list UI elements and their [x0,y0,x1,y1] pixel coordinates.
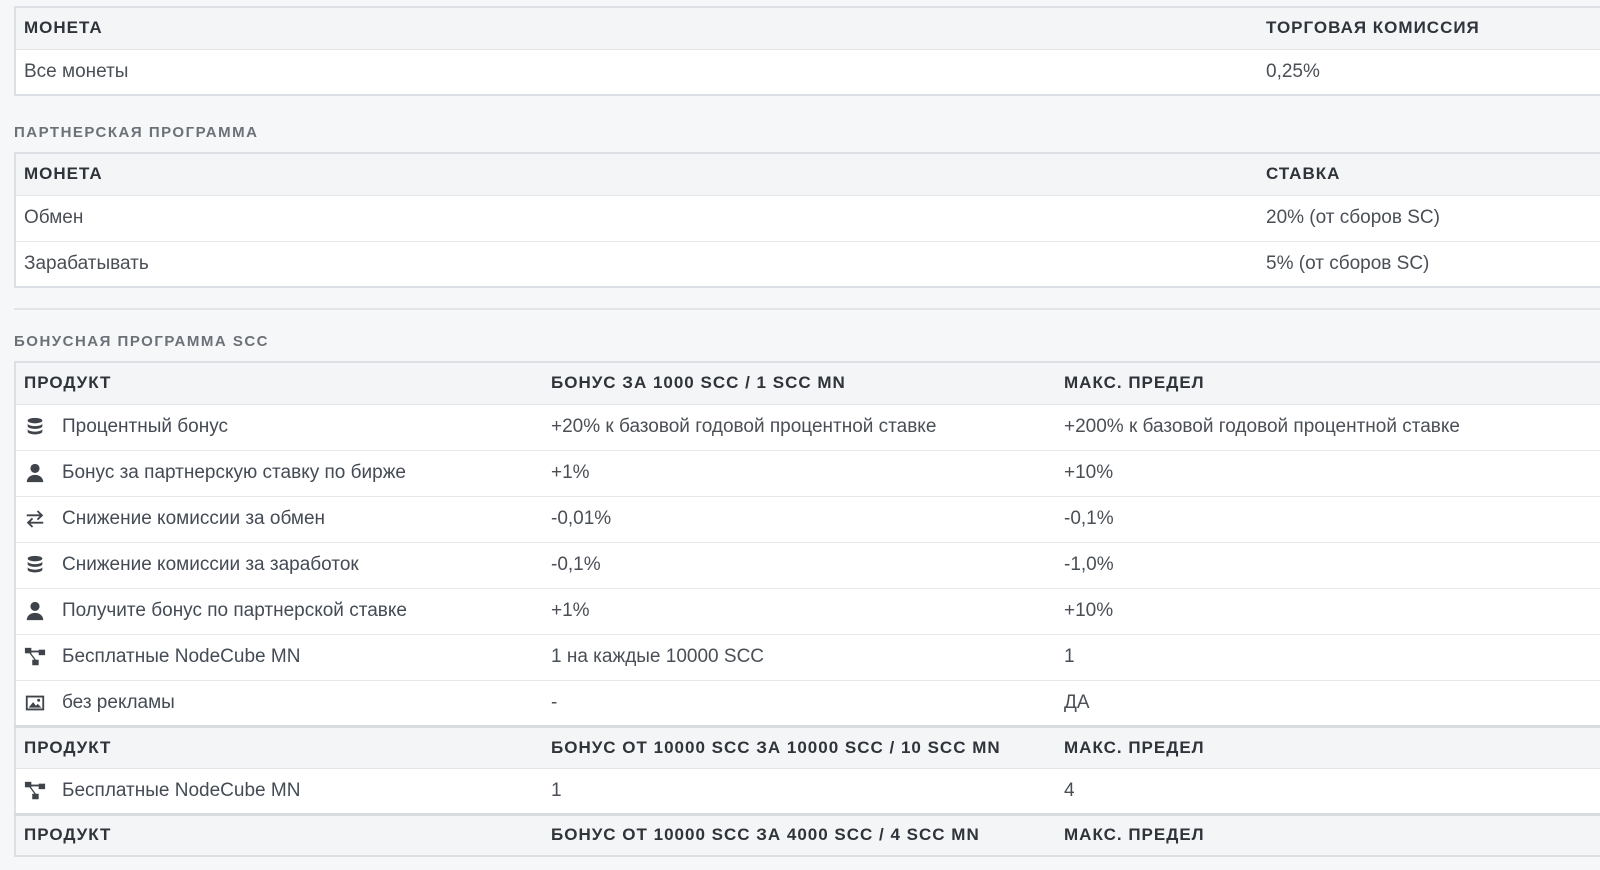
cell-rate: 5% (от сборов SC) [1258,240,1600,287]
column-header-coin: МОНЕТА [15,153,1258,196]
cell-product: Получите бонус по партнерской ставке [15,587,543,634]
cell-product: Бесплатные NodeCube MN [15,767,543,814]
product-name: без рекламы [62,691,175,713]
cell-product: Бесплатные NodeCube MN [15,633,543,680]
sitemap-icon [24,646,46,668]
cell-max: ДА [1056,679,1600,726]
product-label: Процентный бонус [24,416,535,438]
cell-bonus: +1% [543,587,1056,634]
cell-coin: Все монеты [24,60,129,82]
user-icon [24,462,46,484]
table-row: Снижение комиссии за обмен -0,01% -0,1% [15,495,1600,542]
table-subheader-row: ПРОДУКТ БОНУС ОТ 10000 SCC ЗА 4000 SCC / … [15,812,1600,857]
cell-bonus: +1% [543,449,1056,496]
table-row: Снижение комиссии за заработок -0,1% -1,0% [15,541,1600,588]
user-icon [24,600,46,622]
cell-max: -1,0% [1056,541,1600,588]
cell-max: +200% к базовой годовой процентной ставк… [1056,403,1600,450]
product-label: Бесплатные NodeCube MN [24,780,535,802]
column-header-product: ПРОДУКТ [15,724,543,769]
cell-rate: 20% (от сборов SC) [1266,207,1440,228]
table-row: без рекламы - ДА [15,679,1600,726]
column-header-trading-fee: ТОРГОВАЯ КОМИССИЯ [1258,7,1600,50]
product-label: Бонус за партнерскую ставку по бирже [24,462,535,484]
table-header-row: МОНЕТА СТАВКА [15,153,1600,196]
cell-product: Бонус за партнерскую ставку по бирже [15,449,543,496]
table-row: Бонус за партнерскую ставку по бирже +1% +… [15,449,1600,496]
column-header-max: МАКС. ПРЕДЕЛ [1056,362,1600,405]
column-header-bonus: БОНУС ОТ 10000 SCC ЗА 10000 SCC / 10 SCC… [543,724,1056,769]
table-row: Процентный бонус +20% к базовой годовой п… [15,403,1600,450]
column-header-coin: МОНЕТА [15,7,1258,50]
table-row: Все монеты 0,25% [15,49,1600,95]
cell-bonus: -0,01% [543,495,1056,542]
table-row: Обмен 20% (от сборов SC) [15,195,1600,241]
cell-bonus: +20% к базовой годовой процентной ставке [543,403,1056,450]
product-name: Бесплатные NodeCube MN [62,646,301,667]
cell-coin: Обмен [24,207,84,228]
product-label: Снижение комиссии за обмен [24,508,535,530]
product-name: Снижение комиссии за заработок [62,554,359,575]
coins-icon [24,554,46,576]
cell-product: без рекламы [15,679,543,726]
table-header-row: МОНЕТА ТОРГОВАЯ КОМИССИЯ [15,7,1600,50]
cell-max: 4 [1056,767,1600,814]
column-header-product: ПРОДУКТ [15,812,543,857]
partner-program-table: МОНЕТА СТАВКА Обмен 20% (от сборов SC) З… [14,152,1600,288]
product-label: Снижение комиссии за заработок [24,554,535,576]
image-icon [24,692,46,714]
column-header-rate: СТАВКА [1258,153,1600,196]
cell-coin: Зарабатывать [15,240,1258,287]
section-title-partner: ПАРТНЕРСКАЯ ПРОГРАММА [14,124,259,141]
product-label: Получите бонус по партнерской ставке [24,600,535,622]
column-header-bonus: БОНУС ОТ 10000 SCC ЗА 4000 SCC / 4 SCC M… [543,812,1056,857]
cell-max: +10% [1056,449,1600,496]
table-header-row: ПРОДУКТ БОНУС ЗА 1000 SCC / 1 SCC MN МАК… [15,362,1600,405]
table-row: Бесплатные NodeCube MN 1 4 [15,767,1600,814]
product-label: Бесплатные NodeCube MN [24,646,535,668]
product-name: Получите бонус по партнерской ставке [62,600,407,621]
page: МОНЕТА ТОРГОВАЯ КОМИССИЯ Все монеты 0,25… [0,0,1600,870]
column-header-max: МАКС. ПРЕДЕЛ [1056,724,1600,769]
bonus-program-table: ПРОДУКТ БОНУС ЗА 1000 SCC / 1 SCC MN МАК… [14,361,1600,857]
sitemap-icon [24,780,46,802]
cell-fee: 0,25% [1266,60,1320,82]
section-divider [14,308,1600,310]
cell-max: 1 [1056,633,1600,680]
coins-icon [24,416,46,438]
column-header-max: МАКС. ПРЕДЕЛ [1056,812,1600,857]
cell-product: Процентный бонус [15,403,543,450]
cell-max: +10% [1056,587,1600,634]
product-name: Процентный бонус [62,416,228,437]
table-subheader-row: ПРОДУКТ БОНУС ОТ 10000 SCC ЗА 10000 SCC /… [15,724,1600,769]
cell-bonus: - [543,679,1056,726]
exchange-icon [24,508,46,530]
cell-bonus: -0,1% [543,541,1056,588]
column-header-product: ПРОДУКТ [15,362,543,405]
table-row: Получите бонус по партнерской ставке +1% +… [15,587,1600,634]
table-row: Зарабатывать 5% (от сборов SC) [15,240,1600,287]
cell-product: Снижение комиссии за заработок [15,541,543,588]
trading-fee-table: МОНЕТА ТОРГОВАЯ КОМИССИЯ Все монеты 0,25… [14,6,1600,96]
product-name: Снижение комиссии за обмен [62,508,326,529]
section-title-bonus: БОНУСНАЯ ПРОГРАММА SCC [14,333,269,350]
cell-product: Снижение комиссии за обмен [15,495,543,542]
product-name: Бонус за партнерскую ставку по бирже [62,462,406,483]
product-label: без рекламы [24,692,535,714]
cell-bonus: 1 [543,767,1056,814]
cell-bonus: 1 на каждые 10000 SCC [543,633,1056,680]
product-name: Бесплатные NodeCube MN [62,779,301,801]
cell-max: -0,1% [1056,495,1600,542]
table-row: Бесплатные NodeCube MN 1 на каждые 10000 … [15,633,1600,680]
column-header-bonus: БОНУС ЗА 1000 SCC / 1 SCC MN [543,362,1056,405]
